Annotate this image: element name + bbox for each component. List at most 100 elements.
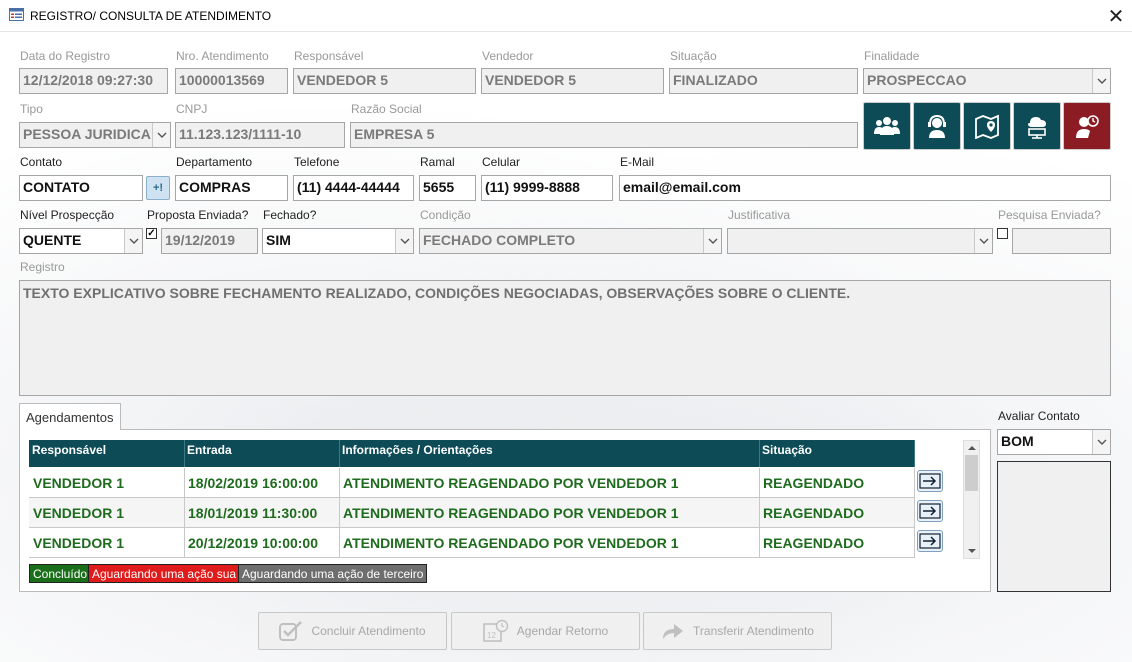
- tab-agendamentos[interactable]: Agendamentos: [19, 403, 121, 430]
- finalidade-select[interactable]: PROSPECCAO: [863, 68, 1111, 94]
- enter-arrow-icon: [919, 473, 941, 489]
- contato-field[interactable]: CONTATO: [19, 175, 143, 201]
- cell-entrada: 18/01/2019 11:30:00: [188, 505, 318, 521]
- pesquisa-enviada-label: Pesquisa Enviada?: [998, 208, 1101, 222]
- razao-social-label: Razão Social: [351, 102, 422, 116]
- scroll-down-icon[interactable]: [967, 548, 977, 554]
- avaliar-contato-panel: [997, 461, 1111, 592]
- ramal-label: Ramal: [420, 155, 455, 169]
- open-row-button[interactable]: [917, 530, 943, 552]
- situacao-label: Situação: [670, 49, 717, 63]
- avaliar-contato-label: Avaliar Contato: [998, 409, 1080, 423]
- group-button[interactable]: [863, 102, 911, 150]
- col-entrada[interactable]: Entrada: [187, 443, 232, 457]
- nro-atendimento-label: Nro. Atendimento: [176, 49, 269, 63]
- concluir-atendimento-button[interactable]: Concluir Atendimento: [258, 612, 447, 650]
- scroll-thumb[interactable]: [965, 455, 978, 491]
- departamento-label: Departamento: [176, 155, 253, 169]
- registro-textarea[interactable]: TEXTO EXPLICATIVO SOBRE FECHAMENTO REALI…: [19, 280, 1111, 396]
- cell-situacao: REAGENDADO: [763, 535, 865, 551]
- chevron-down-icon[interactable]: [395, 229, 413, 253]
- nivel-prospeccao-label: Nível Prospecção: [20, 208, 115, 222]
- cell-responsavel: VENDEDOR 1: [33, 505, 125, 521]
- scroll-up-icon[interactable]: [967, 445, 977, 451]
- finalidade-label: Finalidade: [864, 49, 920, 63]
- legend-concluido: Concluído: [29, 564, 92, 583]
- celular-label: Celular: [482, 155, 521, 169]
- chevron-down-icon[interactable]: [974, 229, 992, 253]
- pesquisa-enviada-date[interactable]: [1012, 228, 1111, 254]
- agendamentos-grid: Responsável Entrada Informações / Orient…: [29, 440, 915, 560]
- tipo-select[interactable]: PESSOA JURIDICA: [19, 122, 171, 148]
- nivel-prospeccao-value: QUENTE: [23, 232, 82, 248]
- nivel-prospeccao-select[interactable]: QUENTE: [19, 228, 143, 254]
- departamento-field[interactable]: COMPRAS: [175, 175, 288, 201]
- group-icon: [874, 117, 900, 135]
- map-button[interactable]: [963, 102, 1011, 150]
- chevron-down-icon[interactable]: [1092, 69, 1110, 93]
- email-field[interactable]: email@email.com: [619, 175, 1111, 201]
- chevron-down-icon[interactable]: [703, 229, 721, 253]
- proposta-enviada-date[interactable]: 19/12/2019: [161, 228, 258, 254]
- cell-responsavel: VENDEDOR 1: [33, 475, 125, 491]
- window-title: REGISTRO/ CONSULTA DE ATENDIMENTO: [30, 9, 272, 23]
- situacao-field[interactable]: FINALIZADO: [669, 68, 858, 94]
- vendedor-field[interactable]: VENDEDOR 5: [481, 68, 664, 94]
- celular-field[interactable]: (11) 9999-8888: [481, 175, 613, 201]
- registro-label: Registro: [20, 260, 65, 274]
- grid-scrollbar[interactable]: [963, 440, 980, 559]
- support-agent-button[interactable]: [913, 102, 961, 150]
- email-label: E-Mail: [620, 155, 655, 169]
- vendedor-label: Vendedor: [482, 49, 534, 63]
- col-informacoes[interactable]: Informações / Orientações: [342, 443, 493, 457]
- close-button[interactable]: ✕: [1100, 0, 1132, 32]
- cnpj-label: CNPJ: [176, 102, 208, 116]
- cloud-computer-icon: [1028, 117, 1046, 139]
- proposta-enviada-checkbox[interactable]: ✓: [146, 228, 157, 239]
- transferir-atendimento-button[interactable]: Transferir Atendimento: [643, 612, 832, 650]
- cell-situacao: REAGENDADO: [763, 475, 865, 491]
- avaliar-contato-select[interactable]: BOM: [997, 429, 1111, 455]
- col-responsavel[interactable]: Responsável: [32, 443, 106, 457]
- chevron-down-icon[interactable]: [152, 123, 170, 147]
- condicao-select[interactable]: FECHADO COMPLETO: [419, 228, 722, 254]
- pesquisa-enviada-checkbox[interactable]: [997, 228, 1008, 239]
- grid-header: Responsável Entrada Informações / Orient…: [29, 440, 915, 467]
- fechado-select[interactable]: SIM: [262, 228, 414, 254]
- chevron-down-icon[interactable]: [124, 229, 142, 253]
- razao-social-field[interactable]: EMPRESA 5: [350, 122, 858, 148]
- cloud-computer-button[interactable]: [1013, 102, 1061, 150]
- telefone-field[interactable]: (11) 4444-44444: [293, 175, 414, 201]
- cell-entrada: 20/12/2019 10:00:00: [188, 535, 318, 551]
- nro-atendimento-field[interactable]: 10000013569: [175, 68, 288, 94]
- data-registro-field[interactable]: 12/12/2018 09:27:30: [19, 68, 168, 94]
- cell-info: ATENDIMENTO REAGENDADO POR VENDEDOR 1: [343, 505, 679, 521]
- transferir-atendimento-label: Transferir Atendimento: [693, 624, 814, 638]
- justificativa-select[interactable]: [727, 228, 993, 254]
- table-row[interactable]: VENDEDOR 1 20/12/2019 10:00:00 ATENDIMEN…: [29, 528, 915, 558]
- fechado-label: Fechado?: [263, 208, 317, 222]
- open-row-button[interactable]: [917, 470, 943, 492]
- ramal-field[interactable]: 5655: [419, 175, 476, 201]
- cnpj-field[interactable]: 11.123.123/1111-10: [175, 122, 345, 148]
- legend-aguardando-sua: Aguardando uma ação sua: [88, 564, 241, 583]
- table-row[interactable]: VENDEDOR 1 18/02/2019 16:00:00 ATENDIMEN…: [29, 468, 915, 498]
- table-row[interactable]: VENDEDOR 1 18/01/2019 11:30:00 ATENDIMEN…: [29, 498, 915, 528]
- proposta-enviada-label: Proposta Enviada?: [147, 208, 249, 222]
- form-icon: [9, 8, 24, 21]
- col-situacao[interactable]: Situação: [762, 443, 812, 457]
- user-schedule-button[interactable]: [1063, 102, 1111, 150]
- cell-situacao: REAGENDADO: [763, 505, 865, 521]
- cell-responsavel: VENDEDOR 1: [33, 535, 125, 551]
- support-agent-icon: [928, 114, 946, 138]
- agendar-retorno-button[interactable]: 12 Agendar Retorno: [451, 612, 640, 650]
- legend-aguardando-terceiro: Aguardando uma ação de terceiro: [238, 564, 428, 583]
- window-titlebar: REGISTRO/ CONSULTA DE ATENDIMENTO ✕: [0, 0, 1132, 32]
- tipo-label: Tipo: [20, 102, 43, 116]
- calendar-clock-icon: 12: [482, 619, 508, 642]
- open-row-button[interactable]: [917, 500, 943, 522]
- chevron-down-icon[interactable]: [1092, 430, 1110, 454]
- enter-arrow-icon: [919, 533, 941, 549]
- add-contact-button[interactable]: +!: [146, 176, 170, 200]
- responsavel-field[interactable]: VENDEDOR 5: [293, 68, 476, 94]
